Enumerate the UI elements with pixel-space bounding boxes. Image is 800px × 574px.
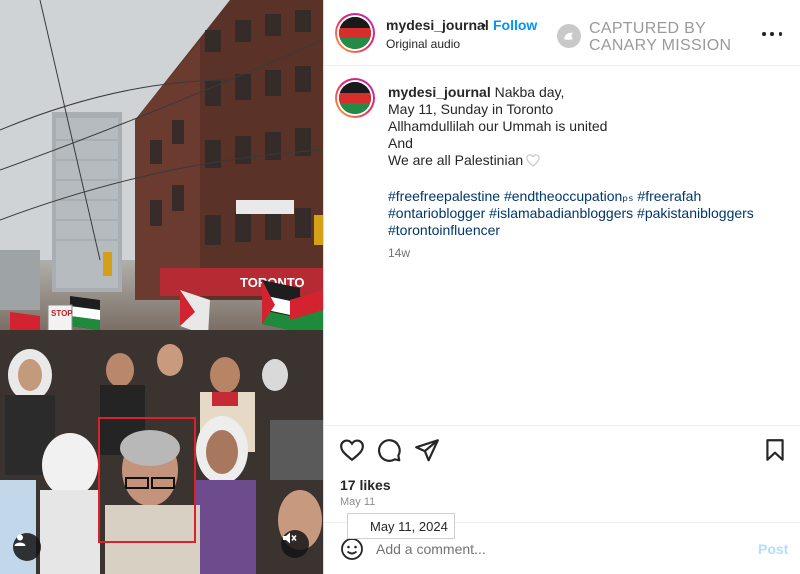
caption-line: Allhamdullilah our Ummah is united (388, 118, 608, 134)
highlight-box (98, 417, 196, 543)
hashtag-link[interactable]: #torontoinfluencer (388, 222, 500, 238)
bookmark-icon[interactable] (762, 437, 788, 463)
likes-count[interactable]: 17 likes (340, 477, 391, 493)
caption: mydesi_journal Nakba day, May 11, Sunday… (388, 84, 788, 262)
post-header: mydesi_journal • Follow Original audio C… (324, 0, 800, 66)
hashtag-link[interactable]: #freerafah (634, 188, 701, 204)
person-icon[interactable] (13, 533, 41, 561)
hashtag-link[interactable]: #ontarioblogger #islamabadianbloggers #p… (388, 205, 754, 221)
avatar[interactable] (335, 13, 375, 53)
post-photo[interactable]: TORONTO STOP (0, 0, 323, 574)
watermark-line2: CANARY MISSION (589, 37, 732, 54)
post-age: 14w (388, 246, 411, 260)
more-horizontal-icon[interactable] (762, 24, 782, 44)
caption-line: May 11, Sunday in Toronto (388, 101, 554, 117)
smiley-icon[interactable] (340, 537, 364, 561)
send-icon[interactable] (414, 437, 440, 463)
action-bar (324, 425, 800, 471)
caption-line: We are all Palestinian (388, 152, 524, 168)
caption-line: Nakba day, (494, 84, 565, 100)
post-button[interactable]: Post (758, 541, 788, 557)
separator-dot: • (481, 17, 486, 33)
audio-link[interactable]: Original audio (386, 37, 460, 51)
post-panel: mydesi_journal • Follow Original audio C… (324, 0, 800, 574)
caption-line: And (388, 135, 413, 151)
heart-emoji-icon (526, 154, 540, 171)
hashtags: #freefreepalestine #endtheoccupationₚₛ #… (388, 188, 788, 239)
hashtag-link[interactable]: #freefreepalestine #endtheoccupation (388, 188, 622, 204)
caption-username[interactable]: mydesi_journal (388, 84, 491, 100)
speaker-muted-icon[interactable] (281, 530, 309, 558)
caption-avatar[interactable] (335, 78, 375, 118)
stop-sign-text: STOP (51, 309, 73, 318)
comment-icon[interactable] (376, 437, 402, 463)
canary-bird-icon (557, 24, 581, 48)
follow-button[interactable]: Follow (493, 17, 537, 33)
heart-icon[interactable] (339, 437, 365, 463)
username-link[interactable]: mydesi_journal (386, 17, 489, 33)
watermark-line1: CAPTURED BY (589, 20, 707, 37)
post-date: May 11 (340, 496, 376, 508)
hashtag-glyph: ₚₛ (622, 188, 634, 204)
watermark: CAPTURED BY CANARY MISSION (557, 20, 731, 56)
comment-input[interactable] (376, 537, 736, 561)
date-tooltip: May 11, 2024 (347, 513, 455, 539)
